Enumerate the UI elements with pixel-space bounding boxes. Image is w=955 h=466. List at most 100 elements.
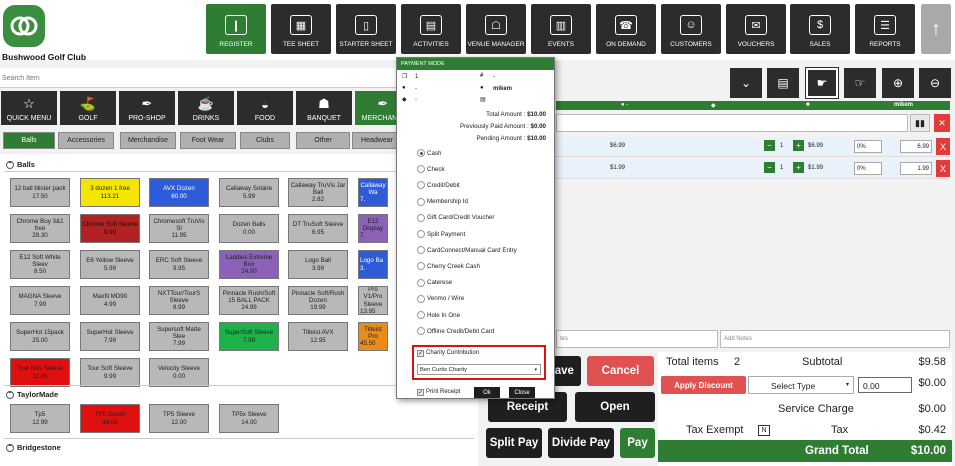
handover-button[interactable]: ☞ bbox=[844, 68, 876, 98]
search-input[interactable] bbox=[2, 71, 402, 85]
remove-item-button[interactable]: X bbox=[936, 138, 950, 155]
line-total-input[interactable]: 1.99 bbox=[900, 162, 932, 175]
payment-radio[interactable] bbox=[417, 213, 425, 222]
category-food[interactable]: ◒ FOOD bbox=[237, 91, 293, 125]
notes-input[interactable]: Add Notes bbox=[720, 330, 950, 348]
product-tile[interactable]: Chromesoft TruVis Sl 11.95 bbox=[149, 214, 209, 243]
category-quick-menu[interactable]: ☆ QUICK MENU bbox=[1, 91, 57, 125]
charity-checkbox[interactable]: ✓ bbox=[417, 350, 424, 357]
product-tile[interactable]: Callaway Wa 7. bbox=[358, 178, 388, 207]
payment-radio[interactable] bbox=[417, 262, 425, 271]
product-tile[interactable]: Callaway Solaire 5.99 bbox=[219, 178, 279, 207]
print-receipt-checkbox[interactable]: ✓ bbox=[417, 389, 424, 396]
product-tile[interactable]: E12 Display 7. bbox=[358, 214, 388, 243]
remove-button[interactable]: ⊖ bbox=[919, 68, 951, 98]
ok-button[interactable]: Ok bbox=[474, 387, 500, 398]
scroll-up-button[interactable]: ↑ bbox=[921, 4, 951, 54]
product-tile[interactable]: Logo Ball 3.99 bbox=[288, 250, 348, 279]
product-tile[interactable]: Tour BXs Sleeve 11.95 bbox=[10, 358, 70, 387]
decrease-qty-button[interactable]: − bbox=[764, 140, 775, 151]
product-tile[interactable]: Pinnacle Soft/Rush Dozen 19.99 bbox=[288, 286, 348, 315]
product-tile[interactable]: Velocity Sleeve 0.00 bbox=[149, 358, 209, 387]
discount-input[interactable]: 0.00 bbox=[858, 377, 912, 393]
payment-radio[interactable] bbox=[417, 149, 425, 157]
nav-tee-sheet[interactable]: ▦ TEE SHEET bbox=[271, 4, 331, 54]
category-pro-shop[interactable]: ✒ PRO-SHOP bbox=[119, 91, 175, 125]
section-taylormade[interactable]: ⌃ TaylorMade bbox=[6, 390, 58, 399]
product-tile[interactable]: Maxfli MD90 4.99 bbox=[80, 286, 140, 315]
product-tile[interactable]: SuperHot 15pack 25.00 bbox=[10, 322, 70, 351]
nav-sales[interactable]: $ SALES bbox=[790, 4, 850, 54]
clear-search-button[interactable]: ✕ bbox=[934, 114, 950, 132]
nav-activities[interactable]: ▤ ACTIVITIES bbox=[401, 4, 461, 54]
category-golf[interactable]: ⛳ GOLF bbox=[60, 91, 116, 125]
product-tile[interactable]: NXTTour/TourS Sleeve 8.99 bbox=[149, 286, 209, 315]
pay-button[interactable]: Pay bbox=[620, 428, 655, 458]
payment-radio[interactable] bbox=[417, 197, 425, 206]
increase-qty-button[interactable]: + bbox=[793, 140, 804, 151]
product-tile[interactable]: Pinnacle Rush/Soft 15 BALL PACK 24.99 bbox=[219, 286, 279, 315]
tax-exempt-toggle[interactable]: N bbox=[758, 425, 770, 436]
hand-card-button[interactable]: ☛ bbox=[805, 67, 839, 99]
close-button[interactable]: Close bbox=[509, 387, 535, 398]
cart-search-input[interactable] bbox=[556, 114, 908, 132]
nav-reports[interactable]: ☰ REPORTS bbox=[855, 4, 915, 54]
product-tile[interactable]: DT TruSoft Sleeve 6.95 bbox=[288, 214, 348, 243]
discount-select[interactable]: 0% bbox=[854, 162, 882, 175]
product-tile[interactable]: Logo Ba 3. bbox=[358, 250, 388, 279]
product-tile[interactable]: Tour Soft Sleeve 9.99 bbox=[80, 358, 140, 387]
product-tile[interactable]: E6 Yellow Sleeve 5.99 bbox=[80, 250, 140, 279]
product-tile[interactable]: TP5 Sleeve 12.00 bbox=[149, 404, 209, 433]
product-tile[interactable]: Pro V1/Pro Sleeve 13.95 bbox=[358, 286, 388, 315]
open-button[interactable]: Open bbox=[575, 392, 655, 422]
subcategory-headwear[interactable]: Headwear bbox=[352, 132, 402, 149]
payment-radio[interactable] bbox=[417, 181, 425, 190]
section-bridgestone[interactable]: ⌃ Bridgestone bbox=[6, 443, 61, 452]
subcategory-balls[interactable]: Balls bbox=[3, 132, 55, 149]
product-tile[interactable]: Chrome Soft Sleeve 9.99 bbox=[80, 214, 140, 243]
product-tile[interactable]: Dozen Balls 0.00 bbox=[219, 214, 279, 243]
cancel-button[interactable]: Cancel bbox=[587, 356, 654, 386]
expand-button[interactable]: ⌄ bbox=[730, 68, 762, 98]
payment-radio[interactable] bbox=[417, 327, 425, 336]
product-tile[interactable]: MAGNA Sleeve 7.99 bbox=[10, 286, 70, 315]
product-tile[interactable]: E12 Soft White Sleev 8.50 bbox=[10, 250, 70, 279]
divide-pay-button[interactable]: Divide Pay bbox=[548, 428, 614, 458]
product-tile[interactable]: TP5x Sleeve 14.00 bbox=[219, 404, 279, 433]
payment-radio[interactable] bbox=[417, 294, 425, 303]
product-tile[interactable]: TP5 Dozen 48.00 bbox=[80, 404, 140, 433]
subcategory-merchandise[interactable]: Merchandise bbox=[120, 132, 176, 149]
product-tile[interactable]: SuperHot Sleeve 7.99 bbox=[80, 322, 140, 351]
table-button[interactable]: ▤ bbox=[767, 68, 799, 98]
product-tile[interactable]: Chrome Buy 3&1 free 28.30 bbox=[10, 214, 70, 243]
product-tile[interactable]: 12 ball blister pack 17.50 bbox=[10, 178, 70, 207]
nav-vouchers[interactable]: ✉ VOUCHERS bbox=[726, 4, 786, 54]
add-button[interactable]: ⊕ bbox=[882, 68, 914, 98]
product-tile[interactable]: Callaway TruVis Jar Ball 2.82 bbox=[288, 178, 348, 207]
nav-customers[interactable]: ☺ CUSTOMERS bbox=[661, 4, 721, 54]
discount-type-select[interactable]: Select Type ▾ bbox=[748, 376, 854, 394]
remove-item-button[interactable]: X bbox=[936, 160, 950, 177]
subcategory-clubs[interactable]: Clubs bbox=[240, 132, 290, 149]
discount-select[interactable]: 0% bbox=[854, 140, 882, 153]
charity-select[interactable]: Ben Curtis Charity ▾ bbox=[417, 364, 541, 375]
split-pay-button[interactable]: Split Pay bbox=[486, 428, 542, 458]
nav-venue-manager[interactable]: ☖ VENUE MANAGER bbox=[466, 4, 526, 54]
category-drinks[interactable]: ☕ DRINKS bbox=[178, 91, 234, 125]
payment-radio[interactable] bbox=[417, 278, 425, 287]
line-total-input[interactable]: 6.99 bbox=[900, 140, 932, 153]
product-tile[interactable]: Tp5 12.99 bbox=[10, 404, 70, 433]
payment-radio[interactable] bbox=[417, 165, 425, 174]
product-tile[interactable]: Laddies Extreme Box 24.00 bbox=[219, 250, 279, 279]
product-tile[interactable]: AVX Dozen 60.00 bbox=[149, 178, 209, 207]
product-tile[interactable]: Titleist AVX 12.95 bbox=[288, 322, 348, 351]
subcategory-accessories[interactable]: Accessories bbox=[58, 132, 114, 149]
barcode-icon[interactable]: ▮▮ bbox=[910, 114, 930, 132]
payment-radio[interactable] bbox=[417, 230, 425, 238]
nav-register[interactable]: ❙ REGISTER bbox=[206, 4, 266, 54]
payment-radio[interactable] bbox=[417, 311, 425, 319]
category-banquet[interactable]: ☗ BANQUET bbox=[296, 91, 352, 125]
product-tile[interactable]: ERC Soft Sleeve 9.95 bbox=[149, 250, 209, 279]
nav-starter-sheet[interactable]: ▯ STARTER SHEET bbox=[336, 4, 396, 54]
subcategory-foot-wear[interactable]: Foot Wear bbox=[180, 132, 236, 149]
